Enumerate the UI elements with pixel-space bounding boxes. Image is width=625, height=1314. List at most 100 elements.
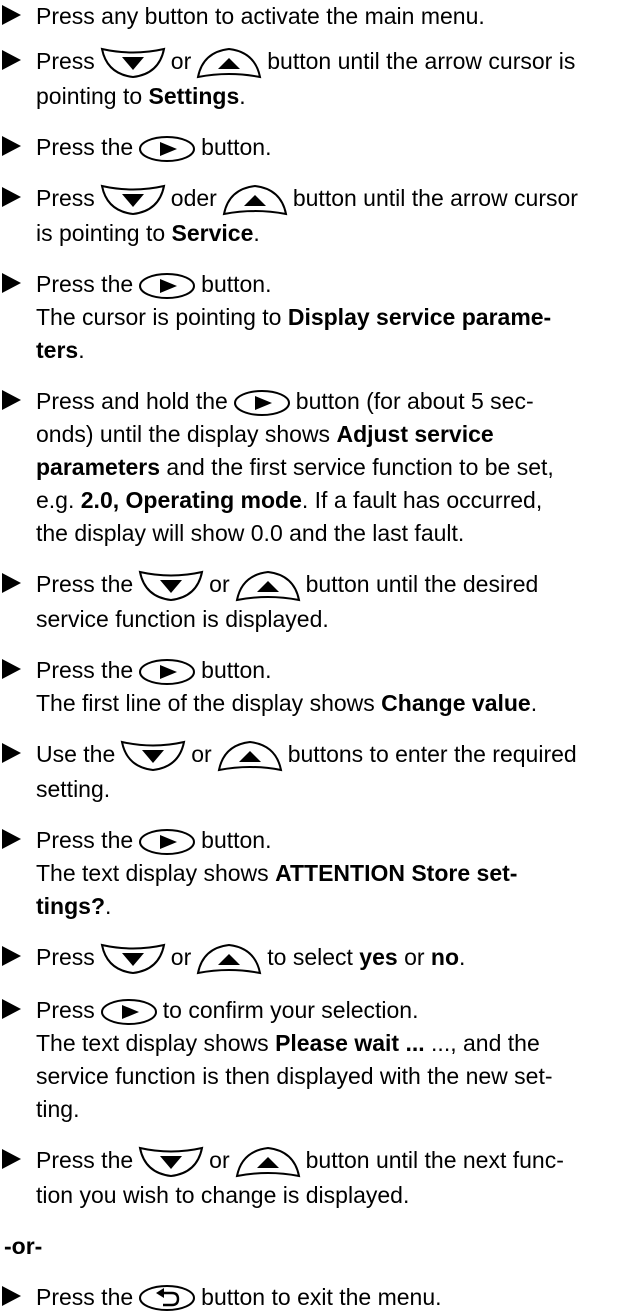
bullet-triangle <box>2 50 21 70</box>
down-arrow-button-icon <box>137 569 205 603</box>
step-text: . <box>105 892 112 919</box>
step-text: buttons to enter the required <box>287 740 577 767</box>
step-text: or <box>404 943 425 970</box>
step-text: or <box>170 943 192 970</box>
step-text: button. <box>201 656 272 683</box>
bullet-triangle <box>2 828 21 849</box>
step-text: Press the <box>36 133 134 160</box>
step-emphasis: yes <box>359 943 398 970</box>
step-text: or <box>209 1146 230 1173</box>
step-emphasis: Display service parame- <box>287 303 552 330</box>
step-activate-menu: Press any button to activate the main me… <box>0 0 621 33</box>
step-text: Press the <box>36 656 134 683</box>
step-next-function: Press the or button until the next func- t… <box>0 1144 621 1212</box>
down-arrow-button-icon <box>99 46 167 80</box>
step-text: . <box>78 336 85 363</box>
step-text: . If a fault has occurred, <box>301 486 543 513</box>
step-text: . <box>239 82 246 109</box>
step-emphasis: parameters <box>36 453 161 480</box>
bullet-triangle <box>2 742 21 763</box>
step-display-service-params: Press the button. The cursor is pointing … <box>0 268 621 367</box>
step-emphasis: ATTENTION Store set- <box>275 859 518 886</box>
step-text: Press <box>36 943 95 970</box>
step-press-right: Press the button. <box>0 131 621 164</box>
step-text: to confirm your selection. <box>162 996 419 1023</box>
step-text: Press and hold the <box>36 387 228 414</box>
down-arrow-button-icon <box>99 183 167 217</box>
step-text: or <box>209 570 230 597</box>
down-arrow-button-icon <box>137 1145 205 1179</box>
step-text: button to exit the menu. <box>201 1283 442 1310</box>
back-return-button-icon <box>137 1283 197 1313</box>
right-arrow-button-icon <box>137 827 197 857</box>
bullet-triangle <box>2 945 21 966</box>
up-arrow-button-icon <box>195 942 263 976</box>
step-text: button until the next func- <box>305 1146 564 1173</box>
step-text: Press the <box>36 826 134 853</box>
bullet-triangle <box>2 135 21 156</box>
step-emphasis: tings? <box>36 892 105 919</box>
step-emphasis: Please wait ... <box>275 1029 425 1056</box>
step-text: Press <box>36 48 95 74</box>
step-text: ting. <box>36 1095 80 1122</box>
step-text: button until the arrow cursor is <box>267 48 576 74</box>
step-emphasis: ters <box>36 336 79 363</box>
right-arrow-button-icon <box>99 997 159 1027</box>
step-text: the display will show 0.0 and the last f… <box>36 519 465 546</box>
step-select-settings: Press or button until the arrow cursor is … <box>0 45 621 113</box>
step-text: and the first service function to be set… <box>166 453 554 480</box>
bullet-triangle <box>2 186 21 207</box>
bullet-triangle <box>2 1148 21 1169</box>
step-text: onds) until the display shows <box>36 420 331 447</box>
step-text: Press any button to activate the main me… <box>36 3 485 29</box>
right-arrow-button-icon <box>137 134 197 164</box>
step-select-yes-no: Press or to select yes or no. <box>0 941 621 976</box>
step-text: e.g. <box>36 486 75 513</box>
step-text: . <box>530 689 538 716</box>
step-adjust-service-params: Press and hold the button (for about 5 se… <box>0 385 621 550</box>
step-text: Press the <box>36 1146 134 1173</box>
bullet-triangle <box>2 572 21 593</box>
bullet-triangle <box>2 389 21 410</box>
step-store-settings: Press the button. The text display shows … <box>0 824 621 923</box>
step-text: Press <box>36 996 95 1023</box>
step-emphasis: Change value <box>381 689 531 716</box>
step-text: to select <box>267 943 353 970</box>
step-text: setting. <box>36 775 111 802</box>
step-text: pointing to <box>36 82 143 109</box>
step-text: Press <box>36 184 95 211</box>
step-text: . <box>459 943 466 970</box>
step-text: Use the <box>36 740 116 767</box>
step-text: or <box>170 48 192 74</box>
or-separator: -or- <box>4 1232 43 1259</box>
step-emphasis: no <box>430 943 460 970</box>
step-emphasis: Settings <box>148 82 240 109</box>
step-text: or <box>191 740 212 767</box>
step-text: The cursor is pointing to <box>36 303 282 330</box>
step-text: button. <box>201 133 272 160</box>
down-arrow-button-icon <box>99 942 167 976</box>
step-text: Press the <box>36 270 134 297</box>
instruction-list: Press any button to activate the main me… <box>0 0 625 1314</box>
step-text: button. <box>201 270 272 297</box>
up-arrow-button-icon <box>216 739 284 773</box>
step-text: Press the <box>36 570 134 597</box>
up-arrow-button-icon <box>195 46 263 80</box>
step-text: ..., and the <box>431 1029 540 1056</box>
step-text: service function is displayed. <box>36 605 329 632</box>
step-text: The first line of the display shows <box>36 689 375 716</box>
up-arrow-button-icon <box>234 569 302 603</box>
step-exit-menu: Press the button to exit the menu. <box>0 1281 621 1314</box>
bullet-triangle <box>2 998 21 1019</box>
bullet-triangle <box>2 1285 21 1306</box>
step-text: The text display shows <box>36 859 269 886</box>
step-enter-setting: Use the or buttons to enter the required s… <box>0 738 621 806</box>
step-text: button (for about 5 sec- <box>295 387 534 414</box>
down-arrow-button-icon <box>119 739 187 773</box>
up-arrow-button-icon <box>234 1145 302 1179</box>
step-emphasis: 2.0, Operating mode <box>80 486 302 513</box>
step-text: service function is then displayed with … <box>36 1062 553 1089</box>
step-text: Press the <box>36 1283 134 1310</box>
step-text: tion you wish to change is displayed. <box>36 1181 410 1208</box>
right-arrow-button-icon <box>137 657 197 687</box>
